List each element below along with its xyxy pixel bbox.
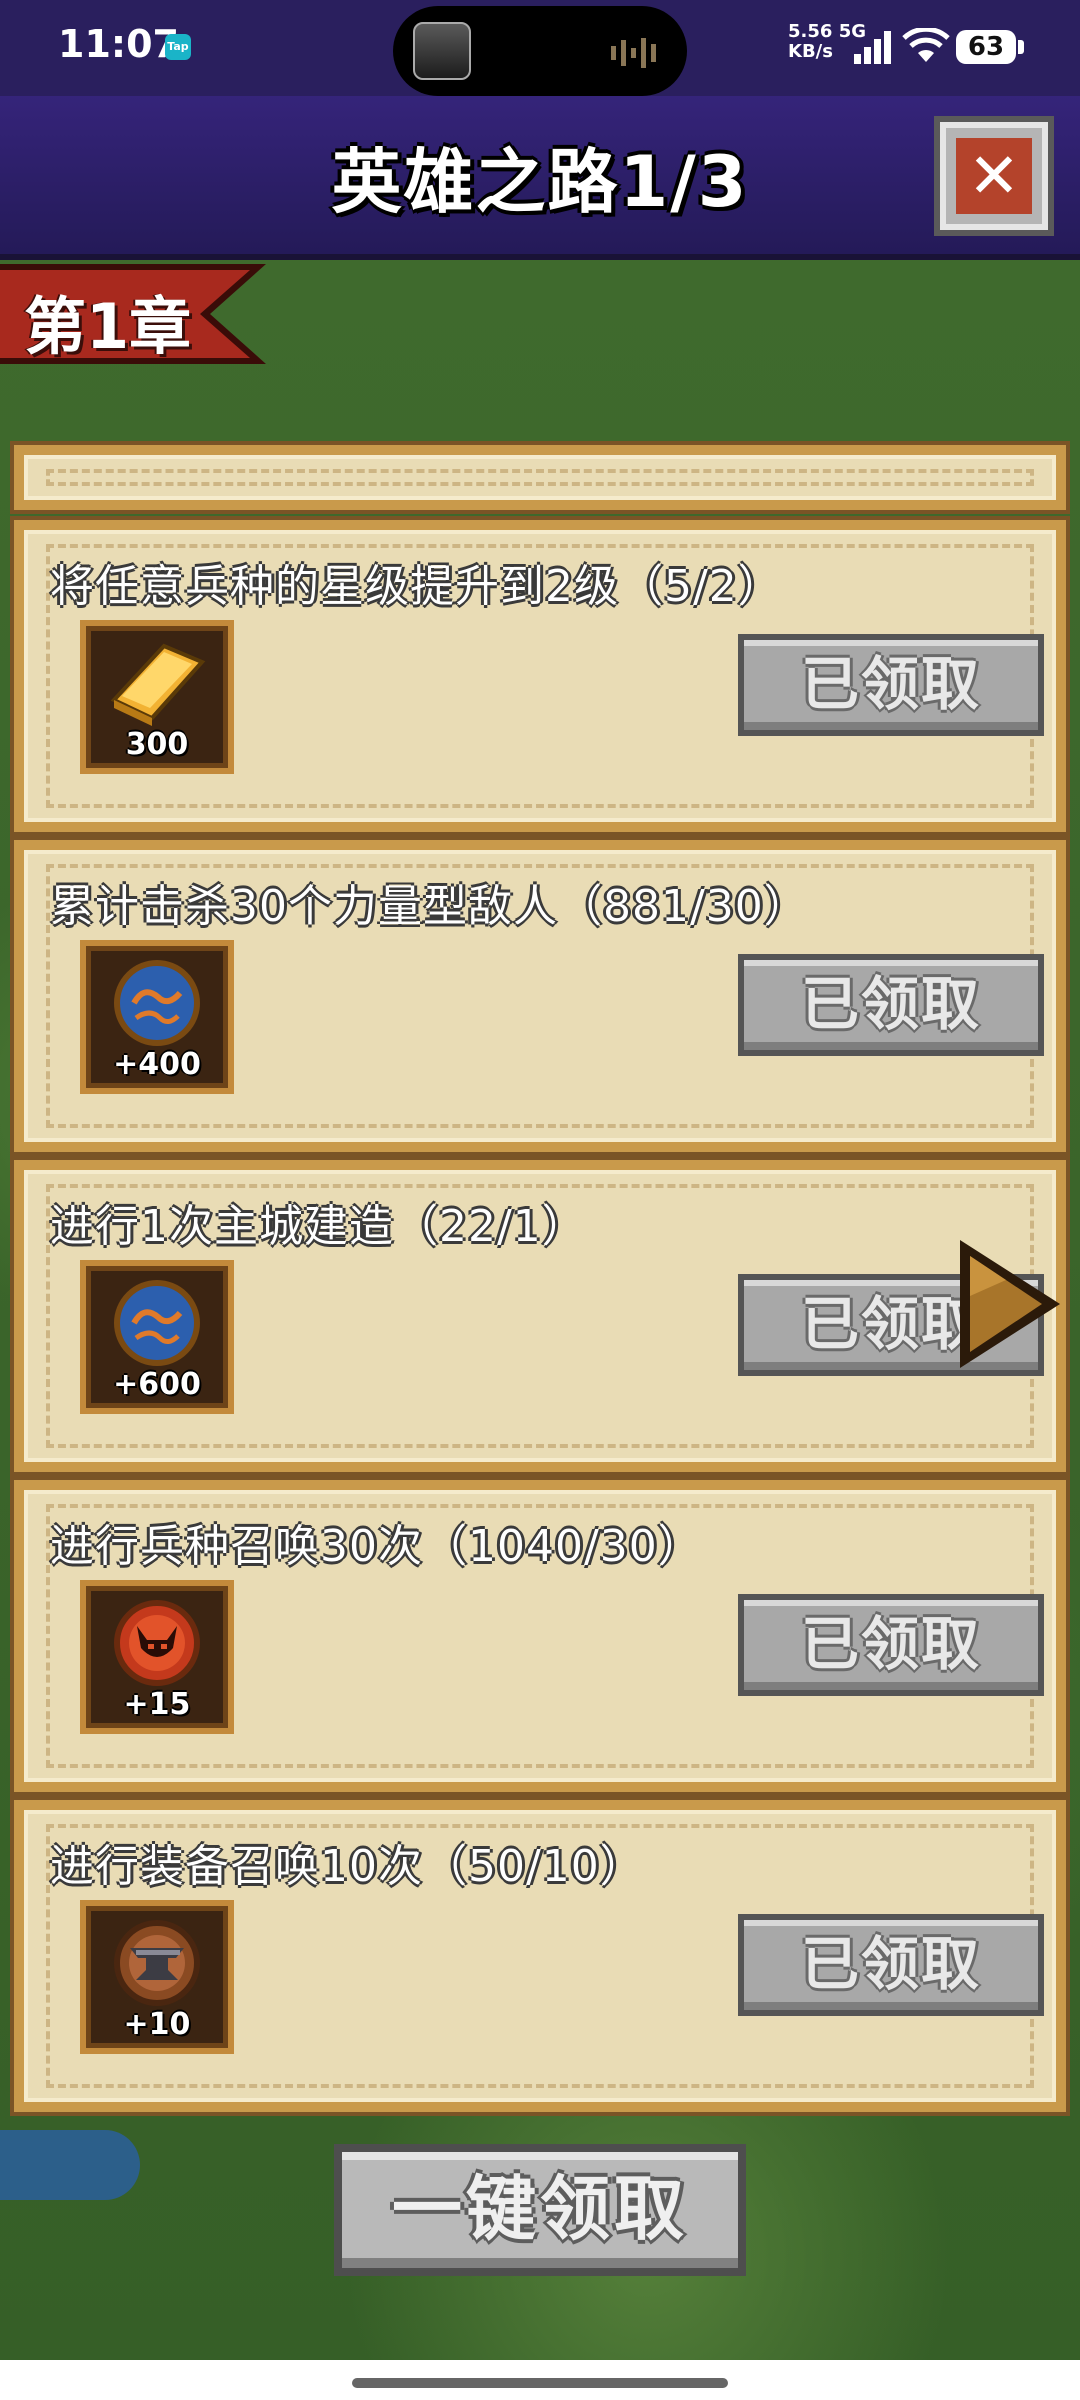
claimed-button[interactable]: 已领取: [738, 1594, 1044, 1696]
close-button[interactable]: ✕: [934, 116, 1054, 236]
home-indicator[interactable]: [352, 2378, 728, 2388]
reward-amount: +15: [123, 1687, 191, 1722]
status-time: 11:07: [58, 22, 179, 66]
task-title: 进行兵种召唤30次（1040/30）: [50, 1521, 703, 1572]
reward-amount: +400: [113, 1047, 201, 1082]
page-title: 英雄之路1/3: [331, 141, 749, 223]
game-thumbnail-icon: [413, 22, 471, 80]
task-title: 进行1次主城建造（22/1）: [50, 1201, 587, 1252]
reward-slot[interactable]: +600: [80, 1260, 234, 1414]
signal-icon: [854, 31, 891, 64]
wifi-icon: [902, 28, 950, 62]
reward-amount: +600: [113, 1367, 201, 1402]
task-title: 进行装备召唤10次（50/10）: [50, 1841, 645, 1892]
gold-bar-icon: [110, 643, 206, 726]
task-card: 进行1次主城建造（22/1） +600 已领取: [14, 1160, 1066, 1472]
page-header: 英雄之路1/3 ✕: [0, 96, 1080, 260]
lake-decoration: [0, 2130, 140, 2200]
net-speed-value: 5.56: [788, 21, 833, 42]
blue-orb-icon: [114, 1280, 200, 1366]
task-title: 累计击杀30个力量型敌人（881/30）: [50, 881, 809, 932]
reward-slot[interactable]: +10: [80, 1900, 234, 2054]
task-title: 将任意兵种的星级提升到2级（5/2）: [50, 561, 783, 612]
status-bar: 11:07 Tap 5.56 5G KB/s 63: [0, 0, 1080, 96]
close-icon: ✕: [956, 138, 1032, 214]
reward-slot[interactable]: +15: [80, 1580, 234, 1734]
task-card: 进行兵种召唤30次（1040/30） +15 已领取: [14, 1480, 1066, 1792]
reward-slot[interactable]: 300: [80, 620, 234, 774]
net-speed-unit: KB/s: [788, 41, 833, 62]
gesture-bar: [0, 2360, 1080, 2400]
audio-wave-icon: [611, 38, 656, 68]
task-card: 进行装备召唤10次（50/10） +10 已领取: [14, 1800, 1066, 2112]
blue-orb-icon: [114, 960, 200, 1046]
card-dashed-border: [46, 469, 1034, 486]
anvil-token-icon: [114, 1920, 200, 2006]
demon-token-icon: [114, 1600, 200, 1686]
task-card: 累计击杀30个力量型敌人（881/30） +400 已领取: [14, 840, 1066, 1152]
arrow-pointer-icon: [960, 1240, 1060, 1368]
claimed-button[interactable]: 已领取: [738, 1914, 1044, 2016]
chapter-banner: 第1章: [0, 264, 270, 364]
task-card-partial: [14, 445, 1066, 510]
chapter-label: 第1章: [24, 290, 192, 363]
claimed-button[interactable]: 已领取: [738, 634, 1044, 736]
battery-indicator: 63: [956, 30, 1024, 64]
claimed-button[interactable]: 已领取: [738, 954, 1044, 1056]
reward-slot[interactable]: +400: [80, 940, 234, 1094]
dynamic-island[interactable]: [393, 6, 687, 96]
reward-amount: 300: [125, 727, 189, 762]
tap-app-icon: Tap: [165, 34, 191, 60]
claim-all-button[interactable]: 一键领取: [334, 2144, 746, 2276]
task-card: 将任意兵种的星级提升到2级（5/2） 300 已领取: [14, 520, 1066, 832]
reward-amount: +10: [123, 2007, 191, 2042]
